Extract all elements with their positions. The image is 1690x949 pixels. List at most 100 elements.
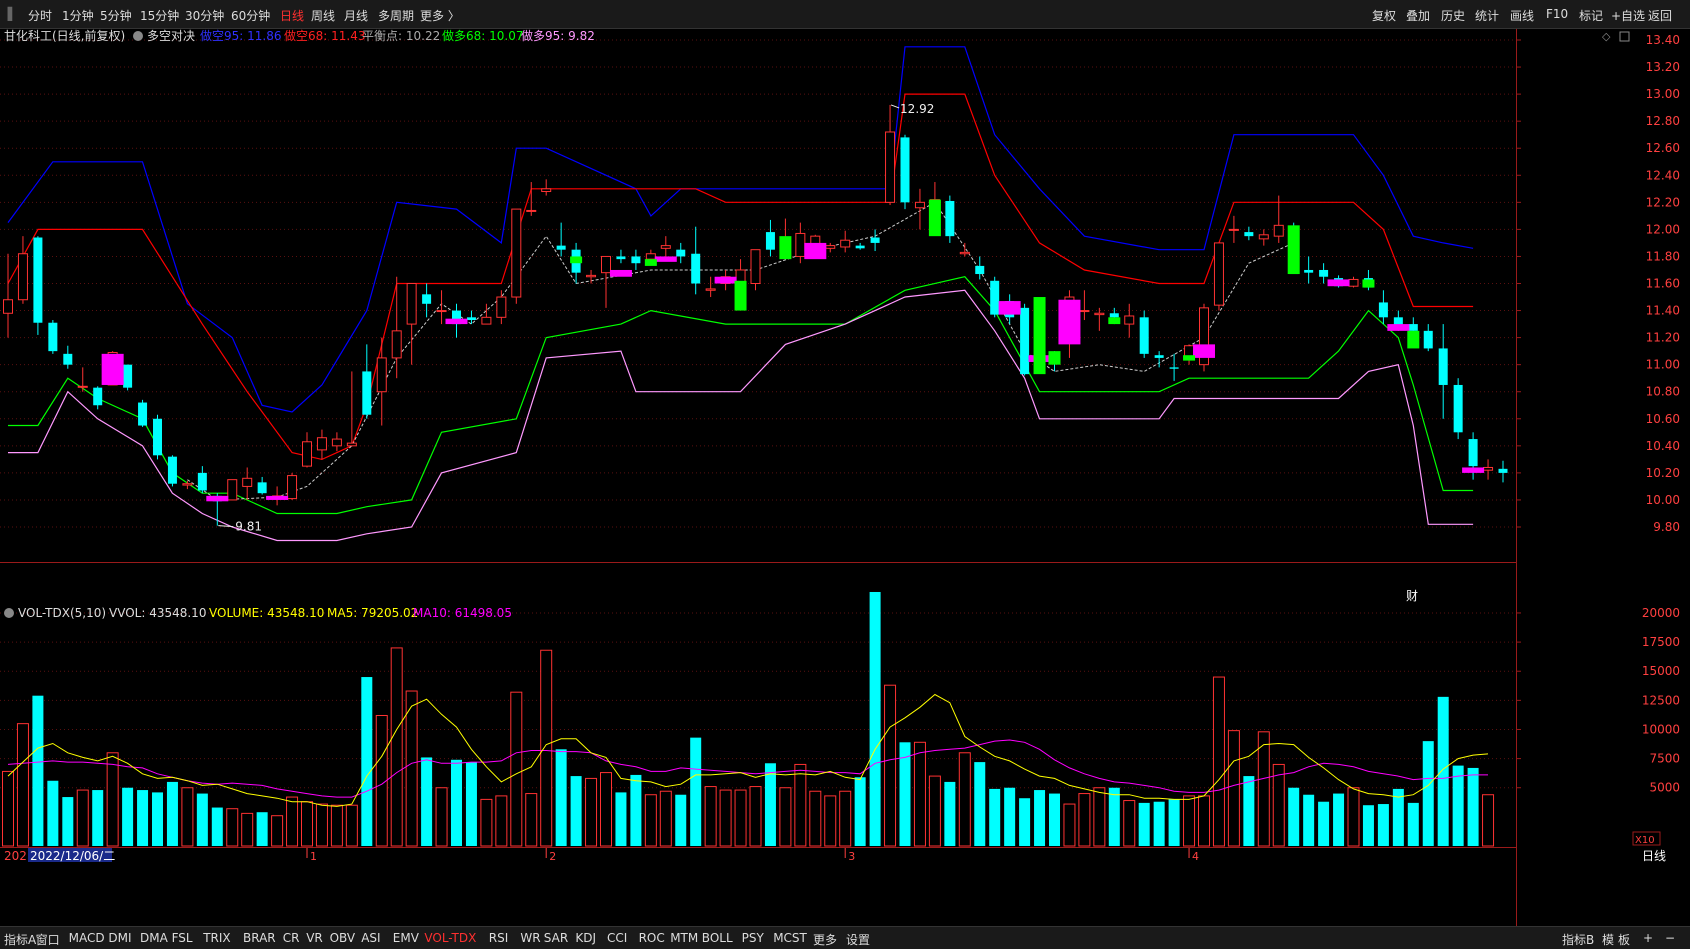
volume-bar[interactable] [809, 790, 822, 847]
candle-body[interactable] [153, 418, 162, 456]
candle-body[interactable] [676, 249, 686, 257]
volume-bar[interactable] [480, 798, 493, 847]
toolbar-button-4[interactable]: 画线 [1510, 7, 1534, 24]
candle-body[interactable] [138, 402, 148, 426]
candle-body[interactable] [3, 299, 13, 314]
candle-body[interactable] [346, 442, 357, 447]
period-tab-7[interactable]: 周线 [311, 7, 335, 24]
indicator-right-3[interactable]: + [1643, 931, 1653, 945]
candle-body[interactable] [959, 251, 970, 255]
candle-body[interactable] [77, 385, 88, 388]
volume-bar[interactable] [525, 793, 538, 847]
indicator-tab-9[interactable]: VR [306, 931, 323, 945]
volume-bar[interactable] [2, 770, 14, 847]
candle-body[interactable] [316, 437, 327, 451]
period-tab-1[interactable]: 1分钟 [62, 7, 94, 24]
indicator-tab-17[interactable]: KDJ [575, 931, 596, 945]
volume-bar[interactable] [1063, 803, 1076, 847]
candle-body[interactable] [1154, 355, 1164, 358]
diamond-icon[interactable]: ◇ [1602, 30, 1611, 43]
volume-bar[interactable] [390, 647, 403, 847]
volume-bar[interactable] [137, 790, 149, 846]
period-tab-9[interactable]: 多周期 [378, 7, 414, 24]
volume-bar[interactable] [630, 774, 642, 846]
volume-bar[interactable] [1138, 802, 1150, 846]
volume-bar[interactable] [570, 776, 582, 846]
indicator-settings-icon[interactable] [133, 31, 143, 41]
period-tab-8[interactable]: 月线 [344, 7, 368, 24]
volume-bar[interactable] [1407, 802, 1419, 846]
candle-body[interactable] [436, 310, 447, 313]
volume-bar[interactable] [1004, 787, 1016, 846]
volume-bar[interactable] [1272, 763, 1285, 847]
volume-bar[interactable] [76, 789, 89, 847]
volume-bar[interactable] [764, 763, 776, 846]
volume-bar[interactable] [226, 808, 239, 847]
candle-body[interactable] [945, 200, 955, 237]
candle-body[interactable] [1228, 228, 1239, 231]
candle-body[interactable] [481, 316, 492, 325]
volume-bar[interactable] [465, 762, 477, 846]
volume-bar[interactable] [122, 787, 134, 846]
volume-bar[interactable] [1303, 794, 1315, 846]
volume-bar[interactable] [106, 752, 119, 847]
indicator-tab-18[interactable]: CCI [607, 931, 627, 945]
toolbar-button-2[interactable]: 历史 [1441, 7, 1465, 24]
period-tab-0[interactable]: 分时 [28, 7, 52, 24]
indicator-tab-6[interactable]: TRIX [203, 931, 230, 945]
candle-body[interactable] [17, 253, 28, 301]
volume-bar[interactable] [944, 781, 956, 846]
volume-bar[interactable] [749, 786, 762, 847]
volume-bar[interactable] [719, 789, 732, 847]
volume-bar[interactable] [734, 789, 747, 847]
volume-bar[interactable] [1019, 798, 1031, 846]
volume-bar[interactable] [1422, 741, 1434, 846]
volume-bar[interactable] [92, 790, 104, 846]
candle-body[interactable] [556, 245, 566, 250]
volume-settings-icon[interactable] [4, 608, 14, 618]
candle-body[interactable] [1408, 324, 1418, 331]
volume-bar[interactable] [854, 777, 866, 846]
candle-body[interactable] [691, 253, 701, 284]
indicator-tab-15[interactable]: WR [520, 931, 540, 945]
candle-body[interactable] [660, 245, 671, 249]
volume-bar[interactable] [405, 690, 418, 847]
toolbar-button-7[interactable]: +自选 [1611, 7, 1645, 24]
indicator-tab-11[interactable]: ASI [361, 931, 380, 945]
volume-bar[interactable] [615, 792, 627, 846]
candle-body[interactable] [1169, 367, 1179, 369]
volume-bar[interactable] [421, 757, 433, 846]
candle-body[interactable] [990, 280, 1000, 315]
volume-bar[interactable] [974, 762, 986, 846]
indicator-tab-2[interactable]: MACD [69, 931, 105, 945]
candle-body[interactable] [1079, 310, 1090, 313]
candle-body[interactable] [526, 209, 537, 212]
candle-body[interactable] [1319, 269, 1329, 277]
indicator-tab-20[interactable]: MTM [670, 931, 698, 945]
volume-bar[interactable] [644, 794, 657, 847]
volume-bar[interactable] [1318, 801, 1330, 846]
toolbar-button-1[interactable]: 叠加 [1406, 7, 1430, 24]
candle-body[interactable] [1378, 302, 1388, 318]
candle-body[interactable] [123, 364, 133, 388]
indicator-tab-24[interactable]: 更多 [813, 931, 837, 948]
volume-bar[interactable] [1377, 804, 1389, 846]
period-tab-6[interactable]: 日线 [280, 7, 304, 24]
volume-bar[interactable] [1123, 800, 1136, 847]
candle-body[interactable] [496, 296, 507, 318]
indicator-tab-14[interactable]: RSI [489, 931, 509, 945]
candle-body[interactable] [1483, 466, 1494, 471]
candle-body[interactable] [840, 239, 851, 248]
candle-body[interactable] [93, 387, 103, 406]
volume-bar[interactable] [211, 807, 223, 846]
candle-body[interactable] [855, 245, 865, 249]
candle-body[interactable] [1020, 307, 1030, 375]
candle-body[interactable] [287, 475, 298, 500]
volume-bar[interactable] [1467, 767, 1479, 846]
candle-body[interactable] [601, 255, 611, 274]
volume-bar[interactable] [286, 796, 299, 847]
candle-body[interactable] [331, 438, 342, 447]
candle-body[interactable] [750, 249, 761, 284]
indicator-tab-3[interactable]: DMI [108, 931, 131, 945]
volume-bar[interactable] [62, 797, 74, 846]
